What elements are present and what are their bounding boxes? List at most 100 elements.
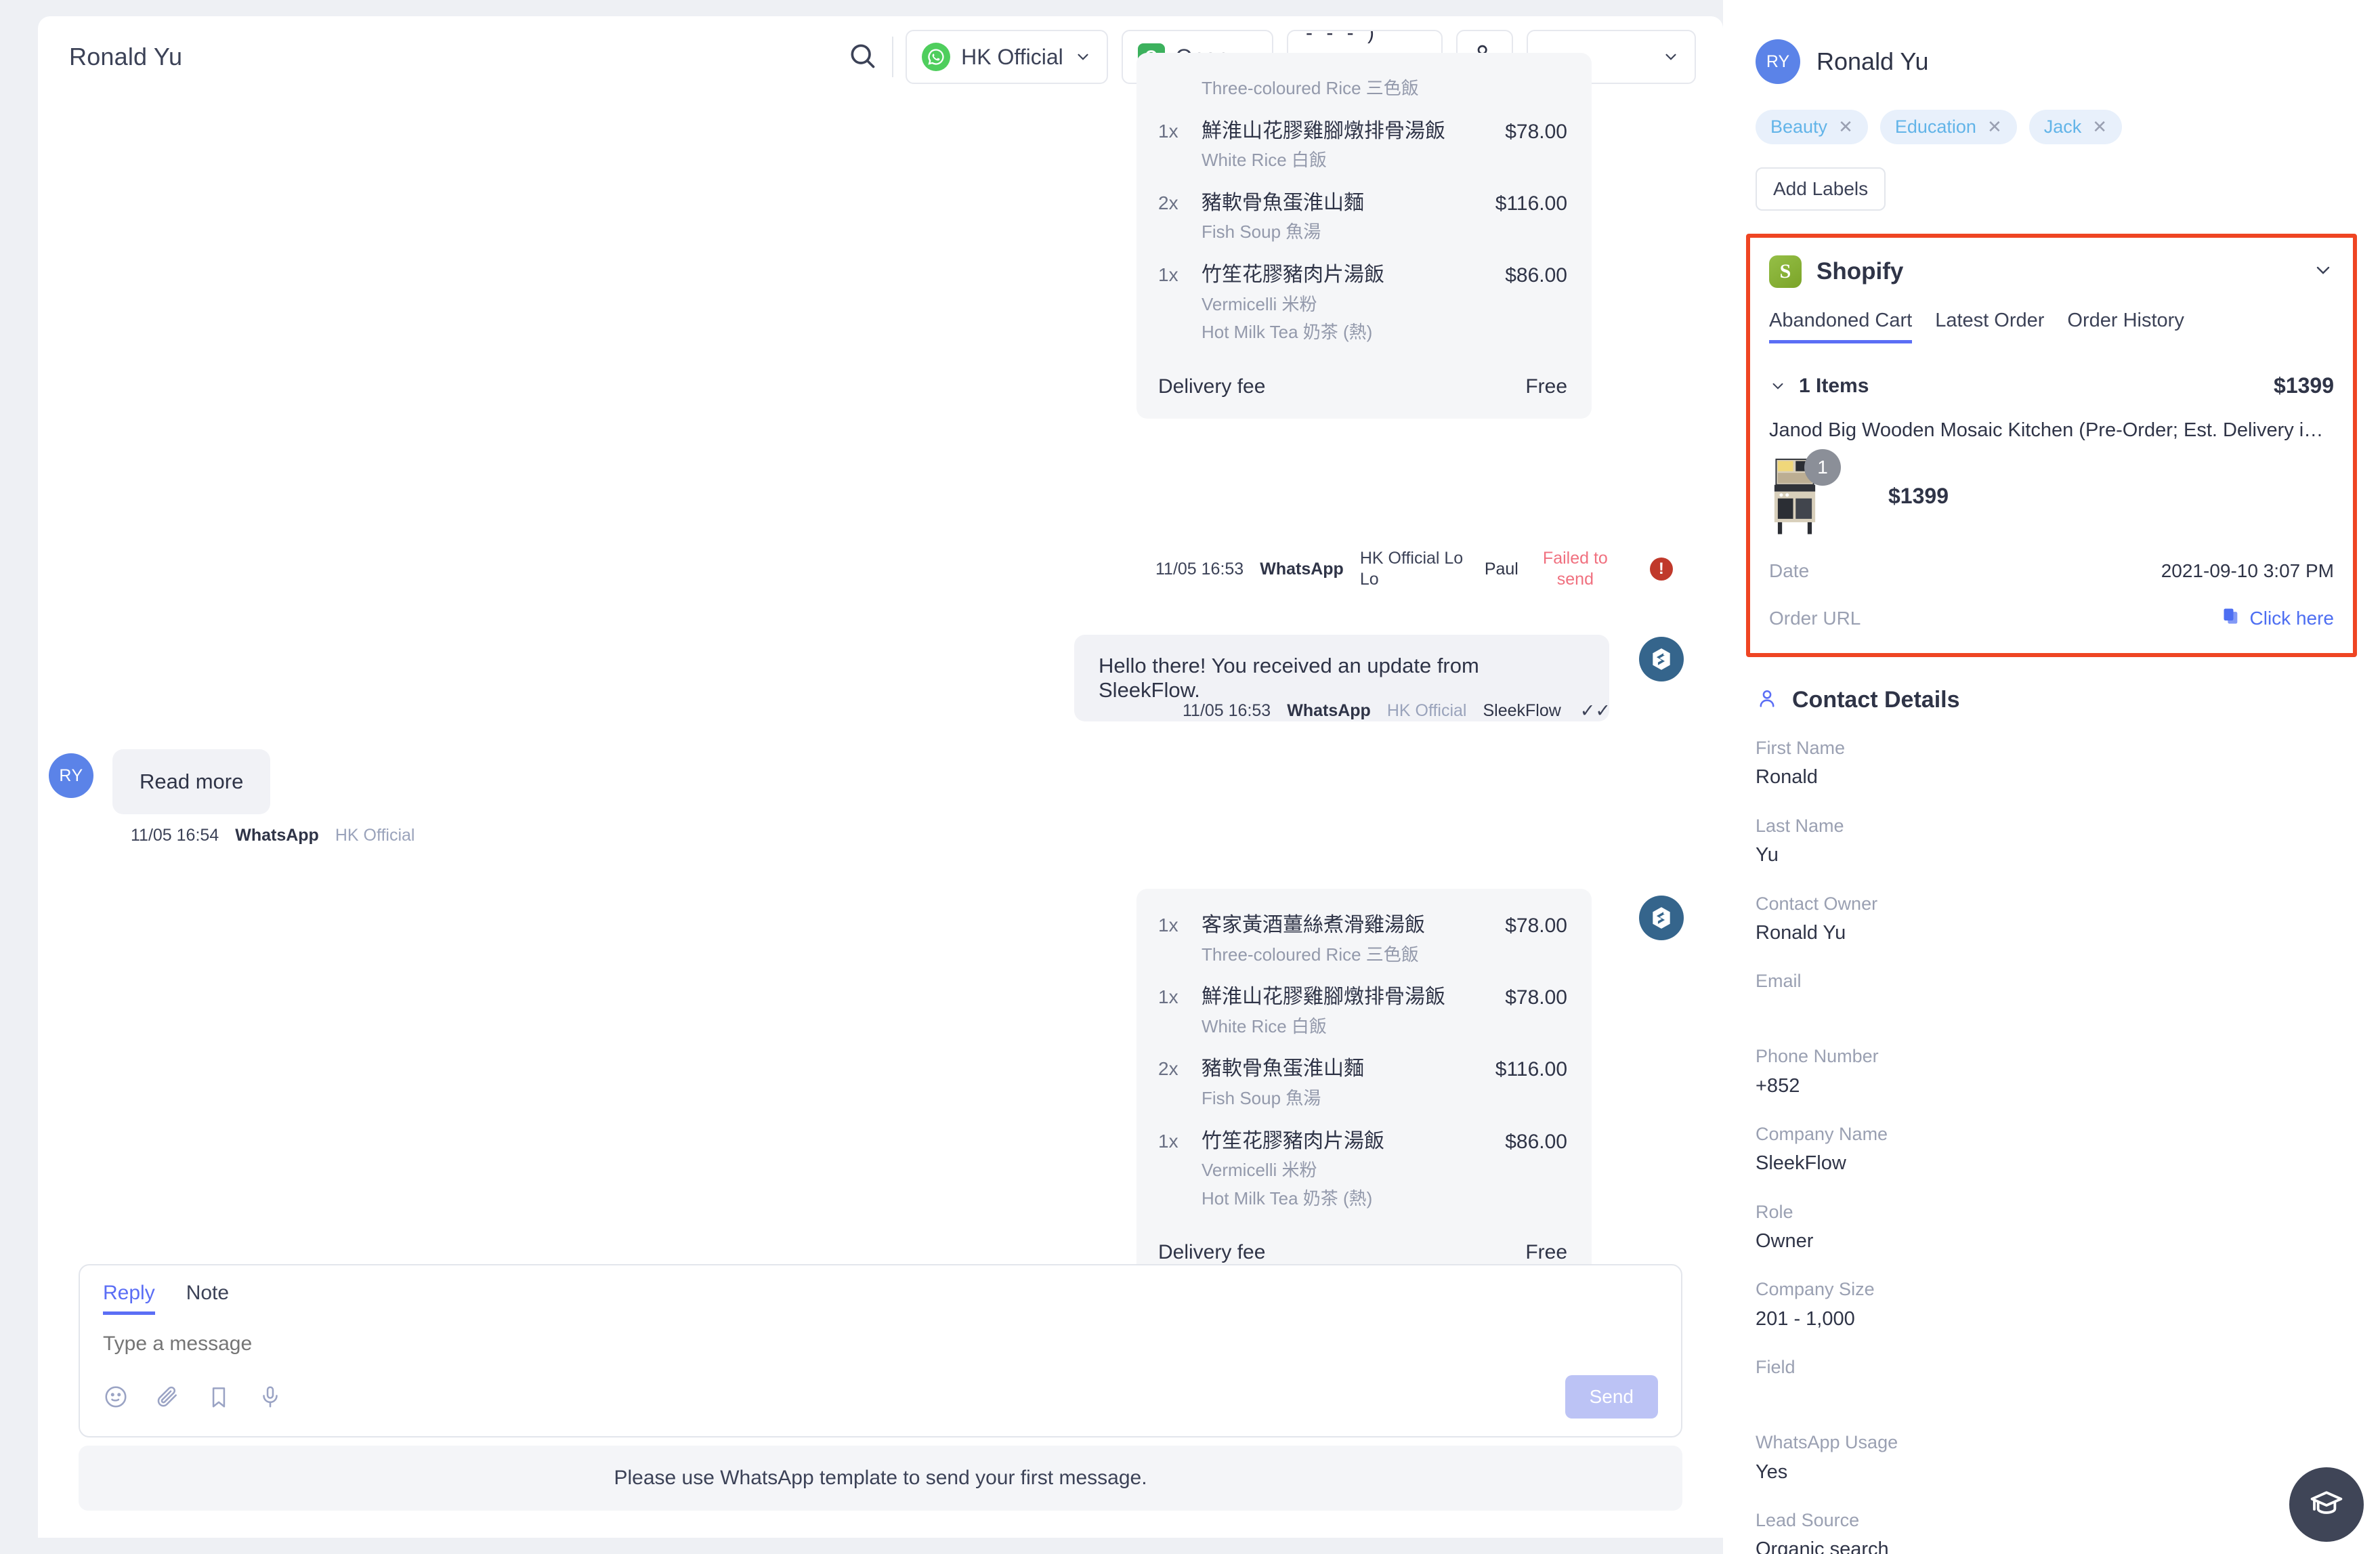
field-label: Last Name	[1756, 815, 1844, 836]
contact-details-title: Contact Details	[1792, 687, 1960, 713]
field-value[interactable]: Ronald Yu	[1756, 919, 2347, 948]
tab-note[interactable]: Note	[186, 1282, 229, 1315]
composer-tabs: Reply Note	[103, 1282, 1658, 1315]
order-item-sub: Vermicelli 米粉	[1202, 293, 1317, 314]
field-value[interactable]: Ronald	[1756, 763, 2347, 793]
field-label: Lead Source	[1756, 1510, 1860, 1531]
page-title: Ronald Yu	[69, 43, 183, 70]
cart-collapse-toggle[interactable]: 1 Items	[1769, 375, 1869, 398]
label-chip[interactable]: Beauty ✕	[1756, 110, 1868, 144]
field-label: Email	[1756, 971, 1802, 992]
close-icon[interactable]: ✕	[1838, 117, 1853, 138]
field-label: Phone Number	[1756, 1046, 1879, 1067]
field-phone-number: Phone Number +852	[1756, 1042, 2347, 1101]
help-tutorial-button[interactable]	[2289, 1467, 2364, 1542]
message-time: 11/05 16:54	[131, 826, 219, 845]
order-item-sub: Three-coloured Rice 三色飯	[1202, 944, 1419, 965]
order-url-text: Click here	[2249, 607, 2334, 629]
date-label: Date	[1769, 560, 1810, 582]
label-text: Education	[1894, 117, 1976, 137]
app-root: Ronald Yu HK Official - - -) Three-colo…	[0, 0, 2380, 1554]
delivery-fee-value: Free	[1525, 1241, 1567, 1264]
field-value[interactable]	[1756, 1382, 2347, 1409]
order-url-row: Order URL Click here	[1769, 606, 2334, 630]
status-badge: Failed to send	[1542, 549, 1608, 589]
order-item-name: 豬軟骨魚蛋淮山麵	[1202, 1057, 1364, 1080]
whatsapp-icon	[922, 43, 951, 71]
field-value[interactable]: Yu	[1756, 841, 2347, 870]
order-delivery-fee: Delivery fee Free	[1158, 352, 1567, 398]
order-item-price: $78.00	[1505, 915, 1567, 937]
order-url-link[interactable]: Click here	[2222, 606, 2334, 630]
order-item-name: 竹笙花膠豬肉片湯飯	[1202, 1129, 1384, 1152]
product-quantity-badge: 1	[1804, 449, 1841, 486]
channel-label: HK Official	[961, 44, 1063, 69]
label-text: Beauty	[1770, 117, 1828, 137]
conversation-pane: Ronald Yu HK Official - - -) Three-colo…	[38, 16, 1723, 1538]
field-value[interactable]: Owner	[1756, 1227, 2347, 1257]
avatar: RY	[49, 753, 93, 798]
tab-reply[interactable]: Reply	[103, 1282, 155, 1315]
field-label: WhatsApp Usage	[1756, 1432, 1898, 1453]
message-sender: Paul	[1484, 559, 1518, 579]
field-first-name: First Name Ronald	[1756, 734, 2347, 793]
close-icon[interactable]: ✕	[2092, 117, 2107, 138]
message-account: HK Official	[335, 826, 415, 845]
tab-abandoned-cart[interactable]: Abandoned Cart	[1769, 310, 1913, 343]
clipped-selector-text: - - - )	[1306, 30, 1378, 44]
order-item-name: 客家黃酒薑絲煮滑雞湯飯	[1202, 914, 1425, 936]
template-notice: Please use WhatsApp template to send you…	[79, 1446, 1682, 1511]
close-icon[interactable]: ✕	[1987, 117, 2002, 138]
attachment-icon[interactable]	[154, 1384, 180, 1413]
order-card-1: Three-coloured Rice 三色飯 1x 鮮淮山花膠雞腳燉排骨湯飯 …	[1136, 53, 1592, 419]
read-more-bubble[interactable]: Read more	[112, 749, 271, 814]
field-value[interactable]: 201 - 1,000	[1756, 1305, 2347, 1335]
field-value[interactable]	[1756, 996, 2347, 1023]
field-label: First Name	[1756, 738, 1846, 759]
message-meta-2: 11/05 16:53 WhatsApp HK Official SleekFl…	[1183, 700, 1611, 721]
search-button[interactable]	[836, 31, 888, 83]
cart-date-row: Date 2021-09-10 3:07 PM	[1769, 560, 2334, 582]
bookmark-icon[interactable]	[206, 1384, 232, 1413]
add-labels-button[interactable]: Add Labels	[1756, 167, 1886, 211]
person-icon	[1756, 687, 1779, 713]
order-item-qty: 2x	[1158, 192, 1178, 213]
label-list: Beauty ✕ Education ✕ Jack ✕	[1723, 84, 2380, 144]
label-chip[interactable]: Education ✕	[1879, 110, 2017, 144]
shopify-tabs: Abandoned Cart Latest Order Order Histor…	[1769, 310, 2334, 343]
label-chip[interactable]: Jack ✕	[2028, 110, 2123, 144]
field-value[interactable]: Yes	[1756, 1458, 2347, 1488]
tab-latest-order[interactable]: Latest Order	[1935, 310, 2044, 343]
order-item-name: 豬軟骨魚蛋淮山麵	[1202, 191, 1364, 214]
cart-items-count: 1 Items	[1799, 374, 1869, 397]
error-exclamation-icon[interactable]: !	[1649, 558, 1673, 581]
order-item-sub: Hot Milk Tea 奶茶 (熱)	[1202, 1188, 1373, 1209]
cart-total: $1399	[2274, 373, 2334, 398]
field-field: Field	[1756, 1353, 2347, 1409]
date-value: 2021-09-10 3:07 PM	[2161, 560, 2334, 582]
channel-selector[interactable]: HK Official	[906, 30, 1108, 84]
order-item-name: 竹笙花膠豬肉片湯飯	[1202, 264, 1384, 287]
field-value[interactable]: SleekFlow	[1756, 1149, 2347, 1179]
order-item-price: $116.00	[1495, 192, 1567, 215]
product-thumbnail: 1	[1769, 449, 1841, 537]
chat-bubble-text: Hello there! You received an update from…	[1099, 654, 1479, 702]
order-item-price: $86.00	[1505, 264, 1567, 287]
microphone-icon[interactable]	[257, 1384, 283, 1413]
emoji-icon[interactable]	[103, 1384, 129, 1413]
message-input[interactable]	[103, 1332, 1658, 1356]
chevron-down-icon[interactable]	[2312, 259, 2334, 285]
delivery-fee-label: Delivery fee	[1158, 1241, 1266, 1264]
field-company-name: Company Name SleekFlow	[1756, 1120, 2347, 1179]
field-value[interactable]: +852	[1756, 1072, 2347, 1101]
tab-order-history[interactable]: Order History	[2067, 310, 2184, 343]
message-composer: Reply Note Send	[79, 1264, 1682, 1437]
order-item-name: 鮮淮山花膠雞腳燉排骨湯飯	[1202, 119, 1445, 142]
send-button[interactable]: Send	[1565, 1375, 1658, 1419]
field-value[interactable]: Organic search	[1756, 1535, 2347, 1554]
order-item-row: 1x 客家黃酒薑絲煮滑雞湯飯 Three-coloured Rice 三色飯 $…	[1158, 909, 1567, 974]
shopify-header: S Shopify	[1769, 255, 2334, 288]
order-item-sub: Vermicelli 米粉	[1202, 1160, 1317, 1181]
order-item-qty: 1x	[1158, 986, 1178, 1008]
contact-header: RY Ronald Yu	[1723, 0, 2380, 84]
